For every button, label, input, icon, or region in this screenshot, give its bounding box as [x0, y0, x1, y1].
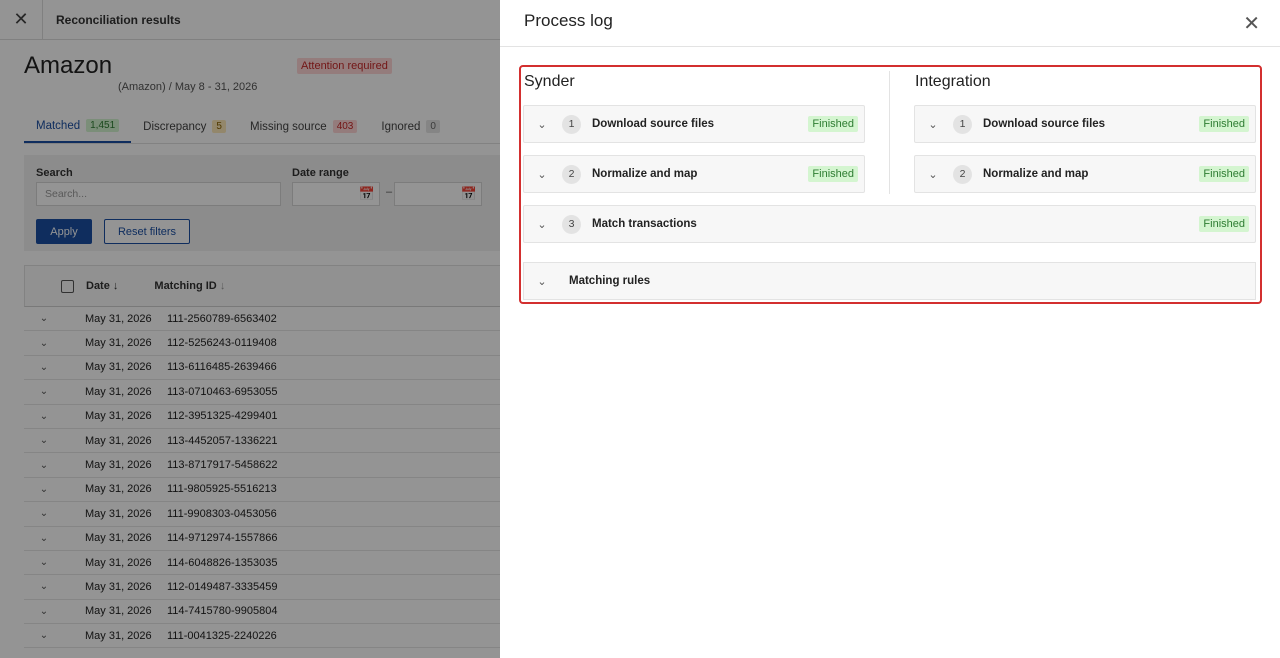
drawer-header: Process log ✕ — [500, 0, 1280, 47]
step-name: Download source files — [983, 118, 1106, 130]
step-name: Download source files — [592, 118, 715, 130]
status-badge: Finished — [808, 116, 858, 132]
close-icon[interactable]: ✕ — [1243, 11, 1260, 36]
step-number: 1 — [562, 114, 581, 134]
status-badge: Finished — [1199, 116, 1249, 132]
chevron-down-icon[interactable]: ⌄ — [926, 118, 940, 131]
process-log-drawer: Process log ✕ Synder Integration ⌄ 1 Dow… — [500, 0, 1280, 658]
integration-step-download[interactable]: ⌄ 1 Download source files Finished — [914, 105, 1256, 143]
step-number: 2 — [562, 164, 581, 184]
step-name: Normalize and map — [983, 168, 1089, 180]
chevron-down-icon[interactable]: ⌄ — [535, 168, 549, 181]
chevron-down-icon[interactable]: ⌄ — [535, 118, 549, 131]
step-number: 2 — [953, 164, 972, 184]
status-badge: Finished — [1199, 166, 1249, 182]
chevron-down-icon[interactable]: ⌄ — [535, 275, 549, 288]
chevron-down-icon[interactable]: ⌄ — [926, 168, 940, 181]
drawer-title: Process log — [524, 11, 613, 30]
integration-title: Integration — [915, 73, 991, 90]
status-badge: Finished — [1199, 216, 1249, 232]
column-divider — [889, 71, 890, 194]
synder-step-normalize[interactable]: ⌄ 2 Normalize and map Finished — [523, 155, 865, 193]
status-badge: Finished — [808, 166, 858, 182]
synder-step-download[interactable]: ⌄ 1 Download source files Finished — [523, 105, 865, 143]
matching-rules-label: Matching rules — [569, 275, 651, 287]
match-transactions-step[interactable]: ⌄ 3 Match transactions Finished — [523, 205, 1256, 243]
step-number: 1 — [953, 114, 972, 134]
chevron-down-icon[interactable]: ⌄ — [535, 218, 549, 231]
synder-title: Synder — [524, 73, 575, 90]
matching-rules-section[interactable]: ⌄ Matching rules — [523, 262, 1256, 300]
step-number: 3 — [562, 214, 581, 234]
integration-step-normalize[interactable]: ⌄ 2 Normalize and map Finished — [914, 155, 1256, 193]
step-name: Match transactions — [592, 218, 697, 230]
step-name: Normalize and map — [592, 168, 698, 180]
